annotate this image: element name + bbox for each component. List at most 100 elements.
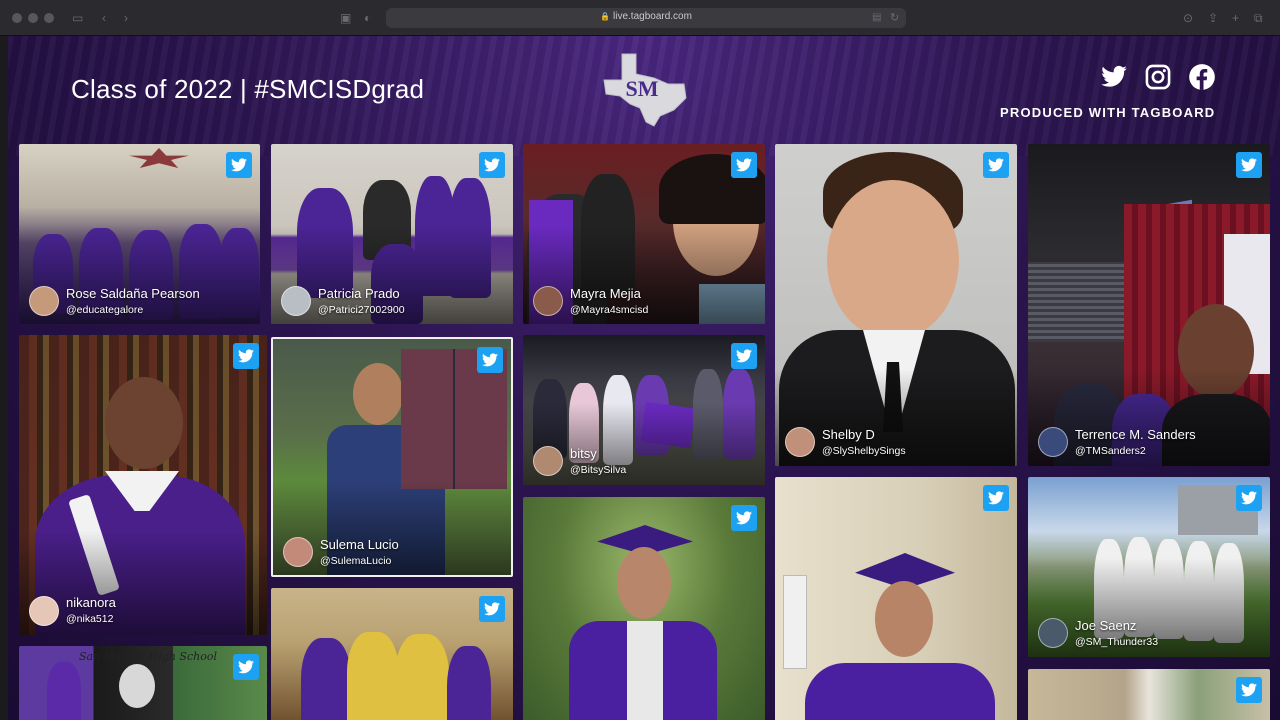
post-photo [1028, 669, 1270, 720]
post-author-name: Shelby D [822, 427, 875, 442]
post-photo [523, 497, 765, 720]
tabs-icon[interactable]: ⧉ [1254, 10, 1263, 26]
post-photo [775, 477, 1017, 720]
twitter-badge[interactable] [983, 485, 1009, 511]
post-card[interactable] [775, 477, 1017, 720]
avatar [1038, 618, 1068, 648]
avatar [29, 596, 59, 626]
post-author-handle: @educategalore [66, 304, 144, 316]
twitter-badge[interactable] [479, 596, 505, 622]
avatar [785, 427, 815, 457]
default-avatar-icon [281, 286, 311, 316]
sidebar-icon[interactable]: ▭ [72, 10, 83, 26]
twitter-bird-icon [482, 353, 498, 367]
post-author-name: Mayra Mejia [570, 286, 641, 301]
avatar [533, 446, 563, 476]
new-tab-icon[interactable]: + [1232, 10, 1239, 26]
post-author-name: Rose Saldaña Pearson [66, 286, 200, 301]
post-author-handle: @Mayra4smcisd [570, 304, 649, 316]
post-card[interactable]: San Marcos High School [19, 646, 267, 720]
avatar [283, 537, 313, 567]
twitter-bird-icon [736, 349, 752, 363]
twitter-bird-icon [231, 158, 247, 172]
twitter-bird-icon [484, 602, 500, 616]
post-author-name: bitsy [570, 446, 597, 461]
zoom-window-button[interactable] [44, 13, 54, 23]
twitter-icon[interactable] [1100, 63, 1128, 91]
reload-icon[interactable]: ↻ [890, 10, 899, 26]
twitter-bird-icon [988, 158, 1004, 172]
twitter-bird-icon [238, 660, 254, 674]
post-author-name: Terrence M. Sanders [1075, 427, 1196, 442]
twitter-badge[interactable] [1236, 485, 1262, 511]
twitter-bird-icon [988, 491, 1004, 505]
forward-icon[interactable]: › [124, 10, 128, 26]
twitter-badge[interactable] [983, 152, 1009, 178]
share-icon[interactable]: ⇪ [1208, 10, 1218, 26]
logo-text: SM [626, 76, 659, 101]
post-card[interactable]: Rose Saldaña Pearson @educategalore [19, 144, 260, 324]
downloads-icon[interactable]: ⊙ [1183, 10, 1193, 26]
post-photo [271, 588, 513, 720]
post-author-handle: @SM_Thunder33 [1075, 636, 1159, 648]
photo-caption-text: San Marcos High School [79, 650, 217, 663]
privacy-shield-icon[interactable]: ◐ [364, 10, 371, 26]
post-author-handle: @BitsySilva [570, 464, 627, 476]
minimize-window-button[interactable] [28, 13, 38, 23]
post-card[interactable]: Terrence M. Sanders @TMSanders2 [1028, 144, 1270, 466]
post-card[interactable]: nikanora @nika512 [19, 335, 267, 635]
twitter-badge[interactable] [731, 343, 757, 369]
twitter-badge[interactable] [233, 654, 259, 680]
twitter-badge[interactable] [479, 152, 505, 178]
caption-shade [523, 402, 765, 485]
post-author-handle: @SulemaLucio [320, 555, 392, 567]
post-author-name: Joe Saenz [1075, 618, 1137, 633]
post-card[interactable]: Mayra Mejia @Mayra4smcisd [523, 144, 765, 324]
tagboard-page: Class of 2022 | #SMCISDgrad SM PRODUCED … [8, 36, 1280, 720]
produced-with-tagboard: PRODUCED WITH TAGBOARD [1000, 105, 1216, 120]
post-card[interactable]: Patricia Prado @Patrici27002900 [271, 144, 513, 324]
post-card[interactable]: Joe Saenz @SM_Thunder33 [1028, 477, 1270, 657]
twitter-badge[interactable] [226, 152, 252, 178]
post-author-handle: @TMSanders2 [1075, 445, 1146, 457]
lock-icon: 🔒 [600, 12, 611, 21]
post-card[interactable] [523, 497, 765, 720]
instagram-icon[interactable] [1144, 63, 1172, 91]
twitter-bird-icon [1241, 491, 1257, 505]
close-window-button[interactable] [12, 13, 22, 23]
avatar [1038, 427, 1068, 457]
twitter-badge[interactable] [477, 347, 503, 373]
browser-toolbar: ▭ ‹ › ▣ ◐ 🔒 live.tagboard.com ▤ ↻ ⊙ ⇪ + ⧉ [0, 0, 1280, 36]
twitter-bird-icon [736, 158, 752, 172]
translate-icon[interactable]: ▤ [872, 10, 881, 26]
twitter-badge[interactable] [1236, 152, 1262, 178]
facebook-icon[interactable] [1188, 63, 1216, 91]
url-text: live.tagboard.com [613, 11, 692, 22]
twitter-bird-icon [1241, 683, 1257, 697]
post-card[interactable]: Shelby D @SlyShelbySings [775, 144, 1017, 466]
twitter-bird-icon [238, 349, 254, 363]
twitter-bird-icon [736, 511, 752, 525]
avatar [533, 286, 563, 316]
twitter-bird-icon [484, 158, 500, 172]
page-title: Class of 2022 | #SMCISDgrad [71, 74, 425, 104]
post-author-name: nikanora [66, 595, 116, 610]
post-card[interactable]: bitsy @BitsySilva [523, 335, 765, 485]
twitter-badge[interactable] [731, 505, 757, 531]
twitter-badge[interactable] [233, 343, 259, 369]
post-card[interactable] [1028, 669, 1270, 720]
twitter-bird-icon [1241, 158, 1257, 172]
post-card[interactable]: Sulema Lucio @SulemaLucio [271, 337, 513, 577]
post-card[interactable] [271, 588, 513, 720]
twitter-badge[interactable] [731, 152, 757, 178]
post-author-name: Patricia Prado [318, 286, 400, 301]
smcisd-logo: SM [603, 53, 687, 127]
avatar [29, 286, 59, 316]
post-author-handle: @SlyShelbySings [822, 445, 906, 457]
post-author-handle: @nika512 [66, 613, 114, 625]
tab-overview-icon[interactable]: ▣ [340, 10, 351, 26]
address-bar[interactable]: 🔒 live.tagboard.com [386, 8, 906, 28]
twitter-badge[interactable] [1236, 677, 1262, 703]
post-author-name: Sulema Lucio [320, 537, 399, 552]
back-icon[interactable]: ‹ [102, 10, 106, 26]
